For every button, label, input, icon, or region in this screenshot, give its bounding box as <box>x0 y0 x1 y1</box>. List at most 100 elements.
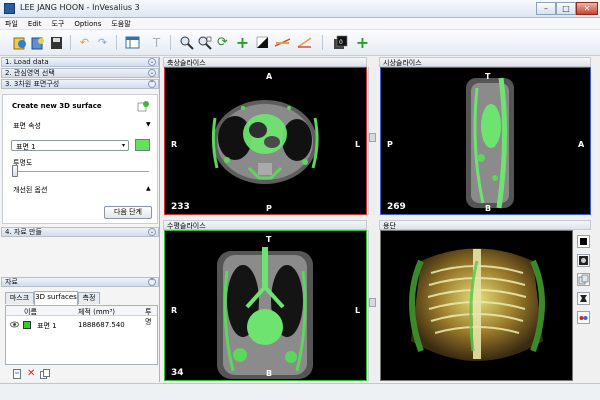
surface-panel: Create new 3D surface 표면 속성 ▼ 표면 1 ▾ 투명도… <box>2 94 158 224</box>
coronal-scroll-thumb[interactable] <box>369 298 376 307</box>
surface-properties-label: 표면 속성 <box>13 122 41 130</box>
add-icon[interactable]: + <box>354 34 371 51</box>
title-bar: LEE JANG HOON - InVesalius 3 – □ ✕ <box>0 0 600 18</box>
chevron-up-icon: ⌃ <box>148 80 156 88</box>
axial-label-left: R <box>171 140 178 149</box>
menu-edit[interactable]: Edit <box>23 19 47 29</box>
contrast-icon[interactable] <box>254 34 271 51</box>
zoom-out-icon[interactable] <box>196 34 213 51</box>
section-export-data[interactable]: 4. 자료 만들 ⌄ <box>1 227 159 237</box>
surface-select-value: 표면 1 <box>16 143 36 151</box>
volume-viewport[interactable] <box>380 230 573 381</box>
redo-icon[interactable]: ↷ <box>94 34 111 51</box>
section-select-roi-label: 2. 관심영역 선택 <box>5 69 55 77</box>
axial-scroll-thumb[interactable] <box>369 133 376 142</box>
sagittal-header: 시상슬라이스 <box>379 57 591 67</box>
collapse-arrow-icon[interactable]: ▼ <box>146 121 151 128</box>
duplicate-icon[interactable] <box>40 369 50 379</box>
coronal-slice-number: 34 <box>171 368 184 378</box>
rotate-icon[interactable]: ⟳ <box>214 34 231 51</box>
menu-help[interactable]: 도움말 <box>106 18 135 30</box>
surface-color-button[interactable] <box>135 139 150 151</box>
sagittal-label-left: P <box>387 140 393 149</box>
create-surface-title: Create new 3D surface <box>12 102 102 110</box>
sagittal-slice-number: 269 <box>387 202 406 212</box>
section-load-data-label: 1. Load data <box>5 58 49 66</box>
sagittal-label-right: A <box>578 140 585 149</box>
coronal-label-top: T <box>266 235 272 244</box>
new-surface-icon[interactable] <box>137 100 149 112</box>
axial-slice-number: 233 <box>171 202 190 212</box>
sagittal-label-top: T <box>485 72 491 81</box>
sagittal-image <box>466 77 514 209</box>
chevron-down-icon: ⌄ <box>148 228 156 236</box>
main-toolbar: ↶ ↷ T ⟳ + 0 + <box>0 30 600 56</box>
delete-icon[interactable]: ✕ <box>27 369 35 379</box>
eye-icon[interactable] <box>10 321 19 328</box>
orientation-icon[interactable] <box>577 292 590 305</box>
new-file-icon[interactable] <box>13 369 22 379</box>
menu-tools[interactable]: 도구 <box>46 18 69 30</box>
stereo-icon[interactable] <box>577 311 590 324</box>
window-title: LEE JANG HOON - InVesalius 3 <box>20 3 140 12</box>
surface-select[interactable]: 표면 1 ▾ <box>11 140 129 151</box>
coronal-scrollbar[interactable] <box>368 230 376 381</box>
axial-label-right: L <box>355 140 361 149</box>
surface-volume: 1888687.540 <box>78 321 125 329</box>
tab-3d-surfaces[interactable]: 3D surfaces <box>34 291 78 305</box>
menu-options[interactable]: Options <box>69 19 106 29</box>
layout-icon[interactable] <box>124 34 141 51</box>
axial-label-top: A <box>266 72 273 81</box>
axial-viewport[interactable]: A P R L 233 <box>164 67 367 215</box>
zoom-in-icon[interactable] <box>178 34 195 51</box>
volume-render <box>409 248 545 361</box>
section-3d-surface[interactable]: 3. 3차원 표면구성 ⌃ <box>1 79 159 89</box>
maximize-button[interactable]: □ <box>556 2 576 15</box>
section-select-roi[interactable]: 2. 관심영역 선택 ⌄ <box>1 68 159 78</box>
svg-text:0: 0 <box>339 39 343 46</box>
expand-arrow-icon[interactable]: ▲ <box>146 185 151 192</box>
sagittal-label-bottom: B <box>485 204 492 213</box>
chevron-down-icon: ⌄ <box>148 69 156 77</box>
undo-icon[interactable]: ↶ <box>76 34 93 51</box>
axial-image <box>211 100 319 184</box>
background-color-icon[interactable] <box>577 235 590 248</box>
open-image-icon[interactable] <box>12 34 29 51</box>
surface-color-swatch <box>23 321 31 329</box>
chevron-down-icon: ⌄ <box>148 58 156 66</box>
copy-view-icon[interactable] <box>577 273 590 286</box>
sagittal-viewport[interactable]: T B P A 269 <box>380 67 591 215</box>
axial-title: 축상슬라이스 <box>167 59 206 67</box>
next-step-button[interactable]: 다음 단계 <box>104 206 152 219</box>
volume-header: 용단 <box>379 220 591 230</box>
save-icon[interactable] <box>48 34 65 51</box>
tab-masks[interactable]: 마스크 <box>5 292 34 304</box>
slice-stack-icon[interactable]: 0 <box>332 34 349 51</box>
dropdown-arrow-icon: ▾ <box>121 142 125 149</box>
status-bar <box>0 383 600 400</box>
axial-scrollbar[interactable] <box>368 67 376 215</box>
tab-measures[interactable]: 측정 <box>78 292 100 304</box>
transparency-slider-track <box>13 171 149 172</box>
text-icon[interactable]: T <box>148 34 165 51</box>
sagittal-title: 시상슬라이스 <box>383 59 422 67</box>
column-name: 이름 <box>24 308 37 316</box>
menu-file[interactable]: 파일 <box>0 18 23 30</box>
axial-label-bottom: P <box>266 204 272 213</box>
data-section-label: 자료 <box>5 278 18 286</box>
minimize-button[interactable]: – <box>536 2 556 15</box>
close-button[interactable]: ✕ <box>576 2 598 15</box>
import-icon[interactable] <box>30 34 47 51</box>
coronal-viewport[interactable]: T B R L 34 <box>164 230 367 381</box>
table-row[interactable]: 표면 1 1888687.540 <box>6 320 157 331</box>
data-section-header[interactable]: 자료 ⌃ <box>1 277 159 287</box>
measure-angle-icon[interactable] <box>296 34 313 51</box>
transparency-slider[interactable] <box>12 165 18 177</box>
surfaces-table: 이름 체적 (mm³) 투명 표면 1 1888687.540 <box>5 305 158 365</box>
move-icon[interactable]: + <box>234 34 251 51</box>
render-preset-icon[interactable] <box>577 254 590 267</box>
coronal-image <box>217 247 313 379</box>
measure-linear-icon[interactable] <box>274 34 291 51</box>
coronal-header: 수평슬라이스 <box>163 220 367 230</box>
section-load-data[interactable]: 1. Load data ⌄ <box>1 57 159 67</box>
